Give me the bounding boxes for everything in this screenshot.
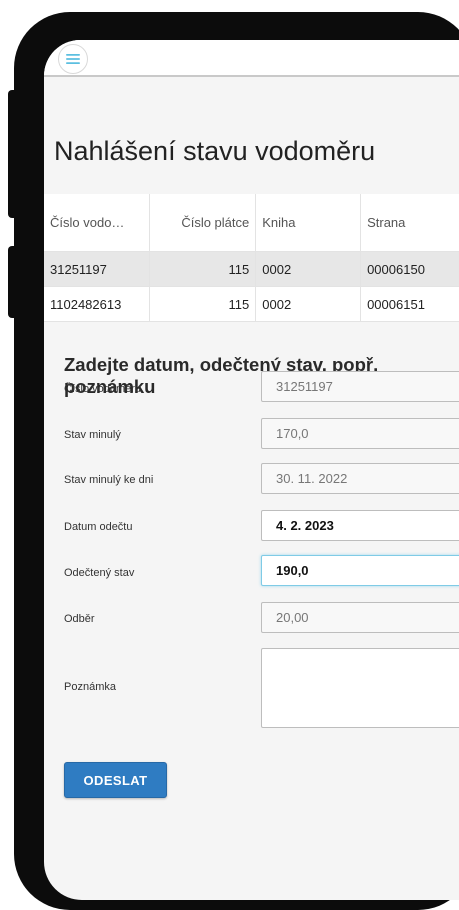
current-reading-label: Odečtený stav xyxy=(64,567,135,579)
cell-book: 0002 xyxy=(255,286,362,322)
top-bar xyxy=(44,40,459,77)
page-title: Nahlášení stavu vodoměru xyxy=(54,136,376,166)
previous-reading-date-field[interactable] xyxy=(261,463,459,494)
column-header-page[interactable]: Strana xyxy=(360,194,459,252)
consumption-label: Odběr xyxy=(64,613,95,625)
reading-date-field[interactable] xyxy=(261,510,459,541)
column-header-payer-number[interactable]: Číslo plátce xyxy=(149,194,257,252)
cell-payer-number: 115 xyxy=(149,251,257,287)
previous-reading-label: Stav minulý xyxy=(64,429,121,441)
menu-button[interactable] xyxy=(58,44,88,74)
hamburger-menu-icon xyxy=(66,54,80,64)
cell-book: 0002 xyxy=(255,251,362,287)
meter-table: Číslo vodo… Číslo plátce Kniha Strana 31… xyxy=(44,194,459,322)
current-reading-field[interactable] xyxy=(261,555,459,586)
table-row[interactable]: 1102482613 115 0002 00006151 xyxy=(44,286,459,322)
cell-page: 00006151 xyxy=(360,286,459,322)
note-label: Poznámka xyxy=(64,681,116,693)
consumption-field[interactable] xyxy=(261,602,459,633)
app-screen: Nahlášení stavu vodoměru Číslo vodo… Čís… xyxy=(44,40,459,900)
meter-number-field[interactable] xyxy=(261,371,459,402)
cell-meter-number: 1102482613 xyxy=(44,286,151,322)
phone-frame: Nahlášení stavu vodoměru Číslo vodo… Čís… xyxy=(14,12,459,910)
cell-meter-number: 31251197 xyxy=(44,251,151,287)
previous-reading-date-label: Stav minulý ke dni xyxy=(64,474,154,486)
previous-reading-field[interactable] xyxy=(261,418,459,449)
submit-button[interactable]: ODESLAT xyxy=(64,762,167,798)
cell-page: 00006150 xyxy=(360,251,459,287)
column-header-book[interactable]: Kniha xyxy=(255,194,362,252)
reading-date-label: Datum odečtu xyxy=(64,521,133,533)
table-header-row: Číslo vodo… Číslo plátce Kniha Strana xyxy=(44,194,459,252)
note-textarea[interactable] xyxy=(261,648,459,728)
table-row[interactable]: 31251197 115 0002 00006150 xyxy=(44,251,459,287)
meter-number-label: Číslo vodoměru xyxy=(64,383,142,395)
column-header-meter-number[interactable]: Číslo vodo… xyxy=(44,194,151,252)
cell-payer-number: 115 xyxy=(149,286,257,322)
